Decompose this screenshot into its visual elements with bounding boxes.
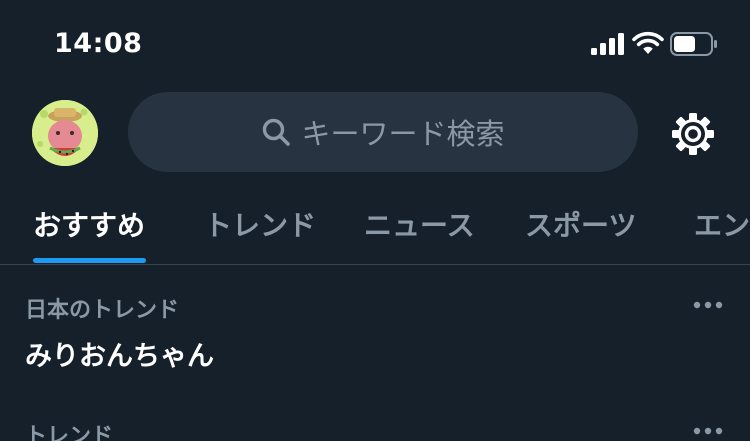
tab-sports[interactable]: スポーツ — [525, 204, 636, 244]
trend-context: 日本のトレンド — [25, 298, 180, 323]
gear-icon[interactable] — [671, 112, 715, 156]
tab-recommended[interactable]: おすすめ — [33, 204, 145, 244]
signal-icon — [591, 33, 624, 55]
search-placeholder: キーワード検索 — [301, 117, 505, 151]
search-icon — [263, 118, 291, 146]
battery-icon — [670, 32, 717, 56]
tabs-divider — [0, 264, 750, 265]
search-bar[interactable]: キーワード検索 — [128, 92, 638, 172]
status-bar: 14:08 — [0, 0, 750, 88]
more-icon[interactable] — [692, 426, 724, 436]
tab-entertainment[interactable]: エン — [694, 204, 750, 244]
trend-title: みりおんちゃん — [25, 341, 214, 372]
tab-trending[interactable]: トレンド — [204, 204, 316, 244]
wifi-icon — [632, 31, 664, 54]
more-icon[interactable] — [692, 300, 724, 310]
trend-context: トレンド — [25, 424, 114, 441]
active-tab-indicator — [33, 258, 146, 263]
avatar-image — [32, 100, 98, 166]
tab-news[interactable]: ニュース — [364, 204, 475, 244]
avatar[interactable] — [32, 100, 98, 166]
tab-bar: おすすめ トレンド ニュース スポーツ エン — [0, 184, 750, 264]
status-time: 14:08 — [54, 28, 143, 59]
explore-screen: 14:08 キーワード検索 おすすめ トレンド ニュース スポーツ エン 日本の… — [0, 0, 750, 441]
